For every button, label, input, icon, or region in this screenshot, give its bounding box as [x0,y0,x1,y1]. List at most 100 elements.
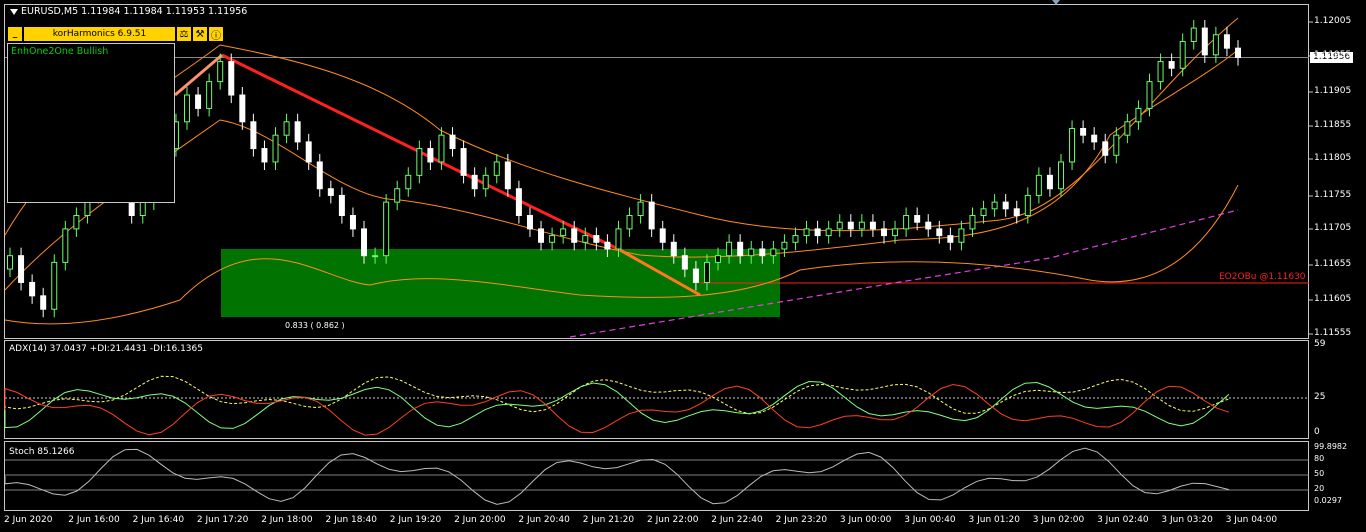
stoch-tick-label: 0.0297 [1314,496,1342,505]
candle-body [217,61,224,83]
candle-body [1235,47,1241,59]
candle-body [715,255,722,263]
candle-body [338,194,345,217]
candle-body [858,221,865,230]
candle-body [1057,161,1064,190]
candle-body [139,201,146,217]
time-tick-label: 3 Jun 00:00 [839,515,892,525]
candle-body [869,221,876,230]
time-tick-label: 2 Jun 18:40 [325,515,377,525]
candle-body [73,215,80,230]
candle-body [51,261,58,310]
price-tick-label: 1.11555 [1314,328,1352,338]
time-tick-label: 2 Jun 16:00 [68,515,120,525]
candle-body [1212,34,1219,56]
candle-body [372,255,379,258]
time-tick-label: 2 Jun 17:20 [196,515,249,525]
candle-body [449,134,456,150]
candle-body [526,215,533,230]
price-tick-label: 1.11605 [1314,294,1352,304]
candle-body [792,235,799,243]
time-tick-label: 3 Jun 02:00 [1032,515,1085,525]
candle-body [228,61,235,96]
candle-body [958,228,965,243]
candle-body [903,215,910,230]
time-tick-label: 2 Jun 23:20 [775,515,828,525]
candle-body [1124,121,1131,136]
candle-body [239,94,246,123]
minimize-button[interactable]: _ [7,26,23,42]
candle-body [493,161,500,176]
candle-body [327,188,334,196]
adx-title: ADX(14) 37.0437 +DI:21.4431 -DI:16.1365 [9,344,203,354]
candle-body [593,235,600,243]
price-tick-label: 1.11755 [1314,190,1352,200]
chart-symbol-label: EURUSD,M5 1.11984 1.11984 1.11953 1.1195… [10,6,247,17]
candle-body [316,161,323,190]
candle-body [416,148,423,176]
candle-body [925,221,932,230]
candle-body [1157,61,1164,83]
price-tick-label: 1.12005 [1314,16,1352,26]
candle-body [1002,201,1009,210]
tools-icon[interactable]: ⚒ [192,26,208,42]
candle-body [184,94,191,123]
candle-body [914,215,921,223]
time-tick-label: 2 Jun 19:20 [389,515,442,525]
candle-body [1179,40,1186,69]
pattern-price-label: EO2OBu @1.11630 [1219,272,1306,282]
adx-tick-label: 0 [1314,427,1320,437]
candle-body [626,215,633,230]
candle-body [305,141,312,163]
time-tick-label: 2 Jun 18:00 [261,515,313,525]
candle-body [1190,27,1197,42]
candle-body [1024,194,1031,217]
candle-body [681,255,688,270]
candle-body [1035,174,1042,196]
candle-body [615,228,622,250]
candle-body [659,228,666,243]
time-tick-label: 2 Jun 20:00 [454,515,506,525]
dropdown-triangle-icon[interactable] [10,8,18,15]
candle-body [836,221,843,230]
candle-body [1080,127,1087,136]
time-tick-label: 3 Jun 02:40 [1097,515,1149,525]
time-tick-label: 2 Jun 16:40 [132,515,185,525]
candle-body [383,201,390,257]
price-tick-label: 1.11955 [1314,50,1352,60]
candle-body [361,228,368,257]
candle-body [195,94,202,109]
info-icon[interactable]: ⓘ [208,26,224,42]
candle-body [670,241,677,257]
adx-plus-di-line [4,380,1230,429]
price-tick-label: 1.11705 [1314,223,1352,233]
candle-body [637,201,644,217]
candle-body [947,235,954,243]
indicator-title-button[interactable]: korHarmonics 6.9.51 [23,26,176,42]
candle-body [803,228,810,237]
pattern-info-panel: EnhOne2One Bullish [7,43,175,203]
candle-body [29,281,36,297]
candle-body [40,295,47,310]
adx-tick-label: 25 [1314,392,1326,402]
stoch-tick-label: 20 [1314,484,1325,493]
candle-body [1135,107,1142,123]
candle-body [814,228,821,237]
pattern-ratio-label: 0.833 ( 0.862 ) [285,321,345,330]
candle-body [604,241,611,250]
candle-body [261,148,268,163]
candle-body [1201,27,1208,56]
candle-body [1091,134,1098,143]
price-tick-label: 1.11655 [1314,259,1352,269]
candle-body [1113,134,1120,156]
stoch-main-line [4,447,1230,505]
time-tick-label: 2 Jun 22:40 [711,515,763,525]
candle-body [18,255,25,283]
time-tick-label: 3 Jun 00:40 [904,515,956,525]
balance-icon[interactable]: ⚖ [176,26,192,42]
time-tick-label: 2 Jun 22:00 [647,515,699,525]
candle-body [560,228,567,237]
candle-body [969,215,976,230]
candle-body [405,174,412,190]
chart-canvas [4,17,1313,505]
